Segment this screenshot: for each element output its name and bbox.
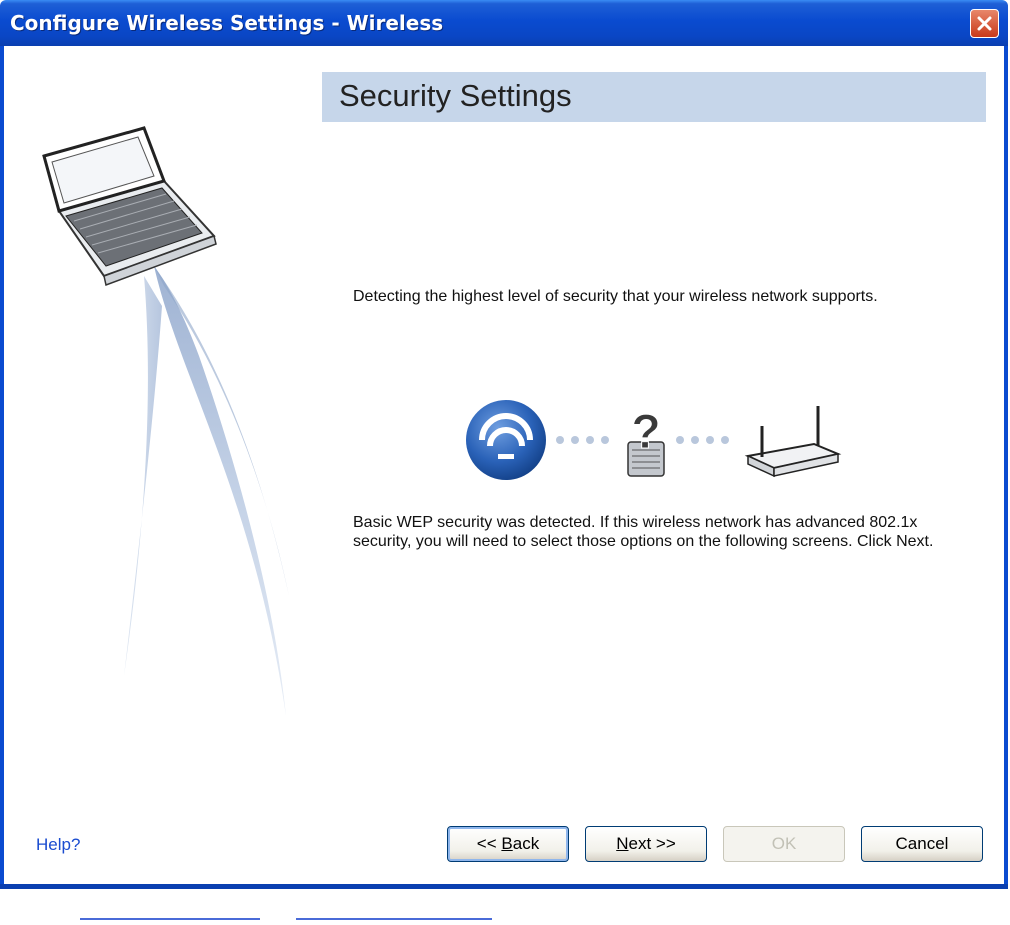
back-button[interactable]: << Back [447,826,569,862]
window-title: Configure Wireless Settings - Wireless [10,11,444,35]
window-frame-bottom [0,884,1008,889]
ok-button[interactable]: OK [723,826,845,862]
dialog-window: Configure Wireless Settings - Wireless S… [0,0,1008,890]
laptop-illustration [42,126,289,716]
cancel-button[interactable]: Cancel [861,826,983,862]
detection-result-message: Basic WEP security was detected. If this… [353,514,934,550]
dialog-content: Security Settings Detecting the highest … [4,46,1004,884]
window-frame-right [1004,46,1008,886]
question-mark: ? [631,406,660,459]
header-band: Security Settings [322,72,986,122]
title-bar[interactable]: Configure Wireless Settings - Wireless [0,0,1008,46]
router-icon [744,406,842,478]
link-underline[interactable] [296,918,492,920]
close-icon [977,16,992,31]
help-link[interactable]: Help? [36,835,80,855]
next-button[interactable]: Next >> [585,826,707,862]
page-title: Security Settings [339,78,572,113]
lock-question-icon: ? [627,406,665,477]
security-detection-graphic: ? [466,400,842,480]
link-underline[interactable] [80,918,260,920]
wireless-signal-icon [466,400,546,480]
detecting-message: Detecting the highest level of security … [353,288,878,305]
close-button[interactable] [970,9,999,38]
